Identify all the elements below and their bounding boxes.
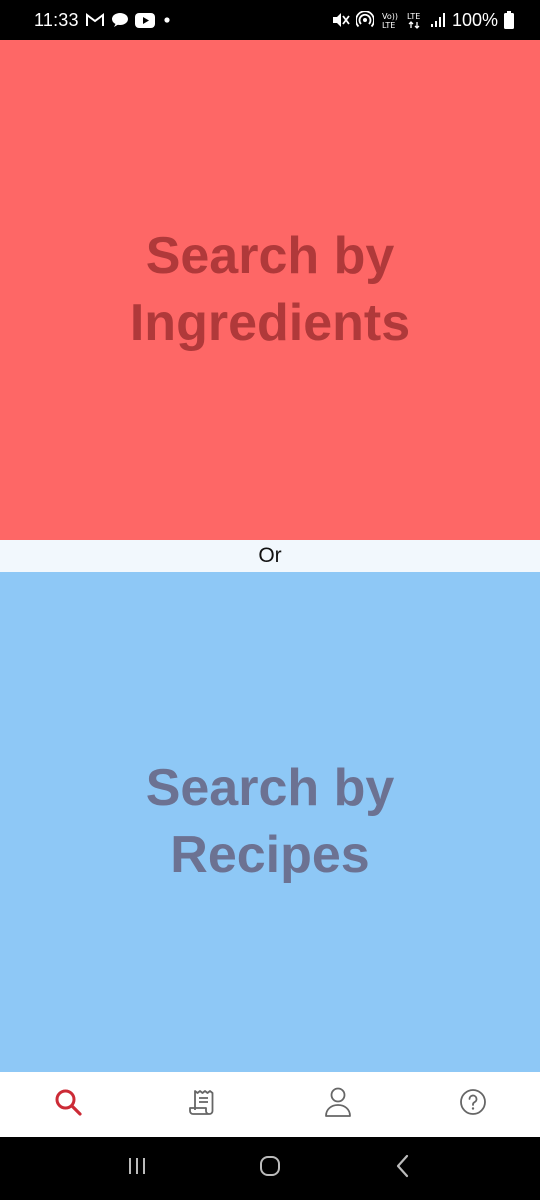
search-by-ingredients-button[interactable]: Search by Ingredients (0, 40, 540, 540)
gmail-icon (85, 12, 105, 28)
signal-icon (430, 12, 446, 28)
tab-search[interactable] (0, 1072, 135, 1137)
bottom-tab-bar (0, 1072, 540, 1137)
search-by-recipes-button[interactable]: Search by Recipes (0, 572, 540, 1072)
help-icon (459, 1088, 487, 1121)
battery-level: 100% (451, 9, 498, 30)
system-nav-bar (0, 1137, 540, 1200)
youtube-icon (134, 12, 155, 28)
volte-icon: Vo)) LTE (380, 11, 400, 29)
status-right: Vo)) LTE LTE 100% (332, 10, 514, 31)
back-button[interactable] (373, 1144, 433, 1194)
home-button[interactable] (240, 1144, 300, 1194)
status-left: 11:33 (34, 10, 173, 31)
receipt-icon (187, 1086, 219, 1123)
recent-apps-button[interactable] (107, 1144, 167, 1194)
tab-recipes[interactable] (135, 1072, 270, 1137)
person-icon (323, 1086, 353, 1123)
status-time: 11:33 (34, 9, 79, 30)
chat-icon (111, 12, 129, 28)
tab-profile[interactable] (270, 1072, 405, 1137)
battery-icon (504, 11, 514, 29)
status-bar: 11:33 Vo)) LTE LTE 100% (0, 0, 540, 40)
svg-text:LTE: LTE (407, 12, 420, 21)
svg-text:LTE: LTE (382, 21, 395, 29)
home-icon (258, 1154, 282, 1183)
recent-apps-icon (126, 1156, 148, 1181)
dot-icon (161, 14, 173, 26)
search-icon (53, 1087, 83, 1122)
svg-text:Vo)): Vo)) (382, 12, 398, 21)
lte-icon: LTE (406, 11, 424, 29)
tab-help[interactable] (405, 1072, 540, 1137)
search-by-ingredients-label: Search by Ingredients (129, 227, 411, 352)
or-label: Or (258, 544, 282, 567)
back-icon (395, 1154, 411, 1183)
or-divider: Or (0, 540, 540, 572)
search-by-recipes-label: Search by Recipes (145, 759, 395, 884)
mute-icon (332, 12, 350, 28)
hotspot-icon (355, 11, 374, 29)
